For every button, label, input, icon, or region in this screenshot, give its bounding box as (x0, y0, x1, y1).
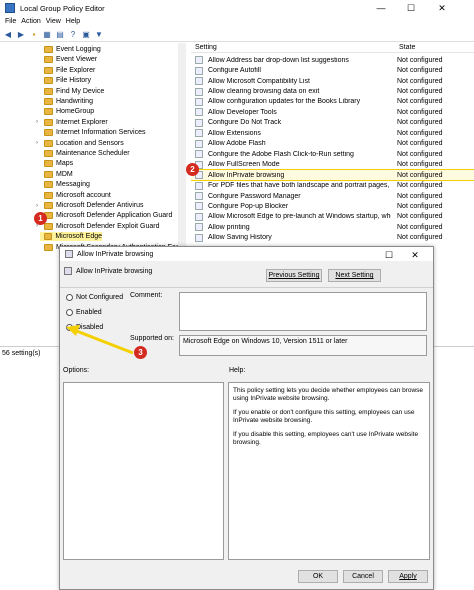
annotation-arrow (66, 325, 134, 355)
